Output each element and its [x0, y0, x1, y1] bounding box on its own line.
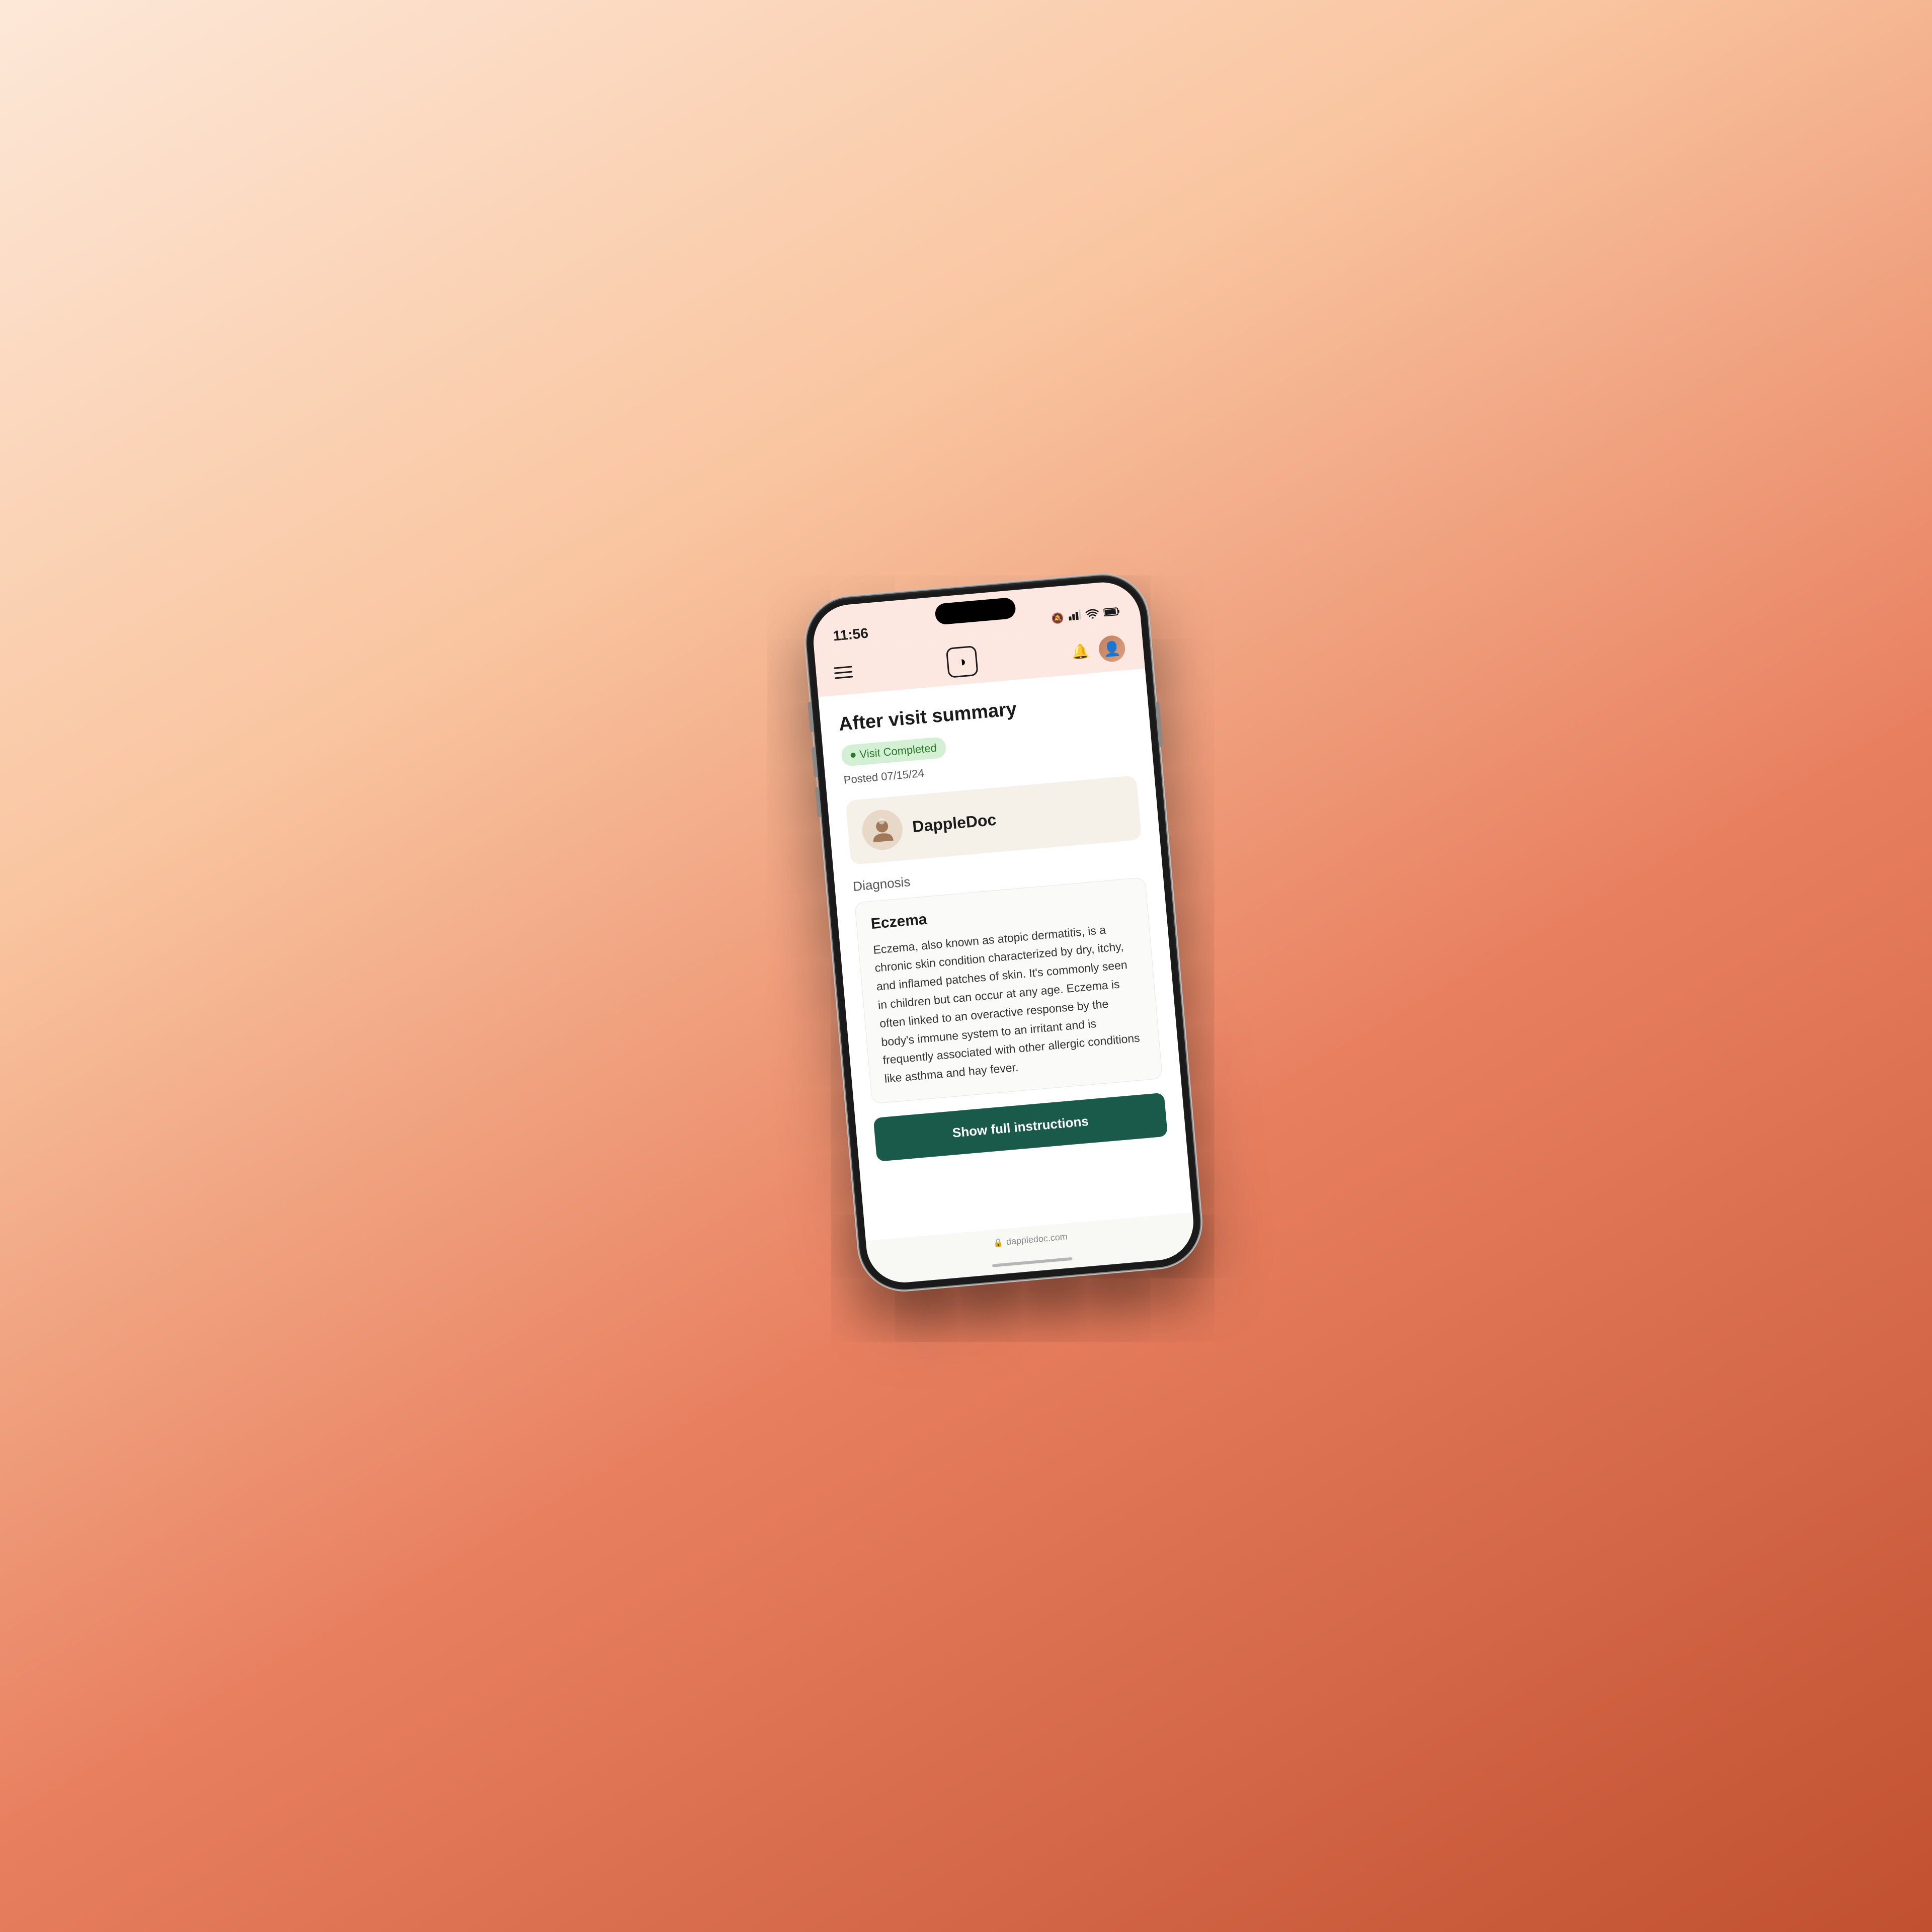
phone-wrapper: 11:56 🔕	[803, 572, 1204, 1293]
provider-name: DappleDoc	[912, 811, 997, 836]
diagnosis-body: Eczema, also known as atopic dermatitis,…	[872, 918, 1147, 1088]
battery-icon	[1103, 607, 1120, 620]
show-full-instructions-button[interactable]: Show full instructions	[873, 1093, 1168, 1162]
page-title: After visit summary	[838, 688, 1131, 737]
diagnosis-card: Eczema Eczema, also known as atopic derm…	[854, 877, 1163, 1104]
phone-screen: 11:56 🔕	[811, 579, 1196, 1285]
visit-status-badge: Visit Completed	[841, 737, 947, 767]
signal-icon	[1068, 610, 1081, 624]
wifi-icon	[1085, 608, 1099, 622]
home-bar	[992, 1257, 1073, 1267]
app-logo[interactable]: ◑	[945, 646, 978, 678]
hamburger-menu[interactable]	[834, 666, 853, 679]
lock-icon: 🔒	[993, 1237, 1004, 1248]
bell-mute-icon: 🔕	[1051, 611, 1064, 625]
dynamic-island	[934, 597, 1016, 625]
provider-section: DappleDoc	[845, 775, 1142, 865]
user-avatar[interactable]: 👤	[1098, 634, 1126, 663]
status-badge-text: Visit Completed	[859, 741, 937, 761]
status-time: 11:56	[832, 625, 869, 644]
logo-symbol: ◑	[957, 654, 967, 670]
main-content: After visit summary Visit Completed Post…	[818, 669, 1192, 1241]
status-dot	[850, 752, 856, 758]
domain-text: dappledoc.com	[1006, 1232, 1068, 1248]
phone-device: 11:56 🔕	[803, 572, 1204, 1293]
status-icons: 🔕	[1051, 606, 1120, 625]
scene: 11:56 🔕	[0, 0, 1932, 1932]
notifications-icon[interactable]: 🔔	[1071, 642, 1090, 661]
provider-avatar	[860, 808, 904, 852]
nav-right: 🔔 👤	[1070, 634, 1126, 665]
